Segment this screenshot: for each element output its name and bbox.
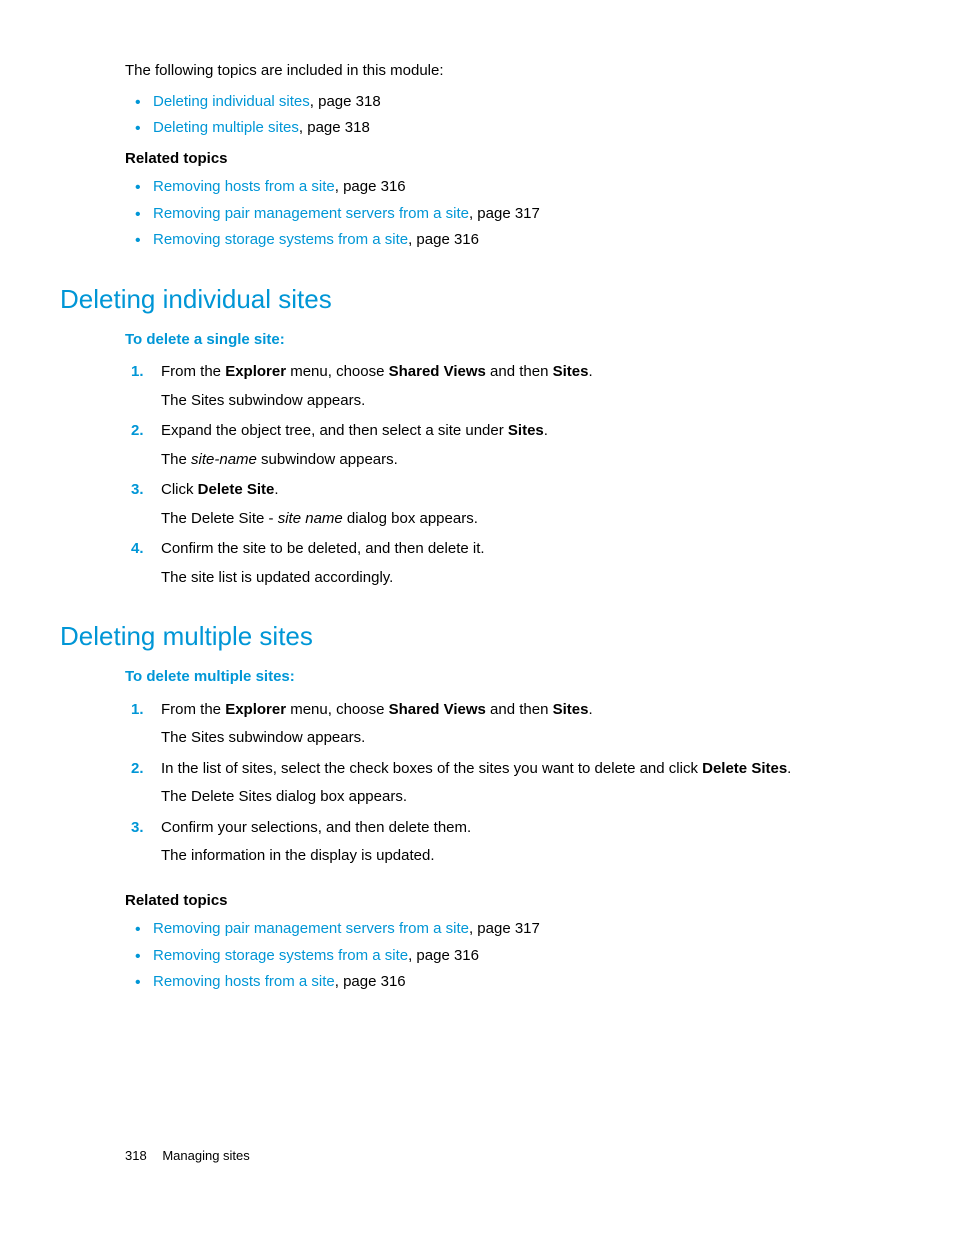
text-run: menu, choose xyxy=(286,701,389,718)
step-instruction: In the list of sites, select the check b… xyxy=(161,758,894,781)
cross-reference-link[interactable]: Deleting individual sites xyxy=(153,93,310,110)
text-run: In the list of sites, select the check b… xyxy=(161,760,702,777)
step-result: The site list is updated accordingly. xyxy=(161,567,894,590)
text-run: . xyxy=(544,422,548,439)
ui-term: Sites xyxy=(508,422,544,439)
ui-term: Sites xyxy=(553,363,589,380)
ui-term: Explorer xyxy=(225,701,286,718)
text-run: and then xyxy=(486,363,553,380)
ui-term: Delete Site xyxy=(198,481,275,498)
related-topics-heading-2: Related topics xyxy=(125,890,894,913)
list-item: Removing storage systems from a site, pa… xyxy=(153,945,894,968)
text-run: The Delete Site - xyxy=(161,510,278,527)
text-run: dialog box appears. xyxy=(343,510,478,527)
cross-reference-link[interactable]: Removing storage systems from a site xyxy=(153,947,408,964)
ui-term: Explorer xyxy=(225,363,286,380)
procedure-subhead-1: To delete a single site: xyxy=(125,329,894,352)
step-item: Confirm the site to be deleted, and then… xyxy=(153,538,894,589)
text-run: . xyxy=(274,481,278,498)
list-item: Removing storage systems from a site, pa… xyxy=(153,229,894,252)
top-links-list: Deleting individual sites, page 318Delet… xyxy=(125,91,894,140)
related-topics-heading-1: Related topics xyxy=(125,148,894,171)
step-item: From the Explorer menu, choose Shared Vi… xyxy=(153,699,894,750)
page-footer: 318 Managing sites xyxy=(125,1146,250,1166)
list-item: Removing pair management servers from a … xyxy=(153,203,894,226)
page-reference: , page 316 xyxy=(335,973,406,990)
text-run: and then xyxy=(486,701,553,718)
ui-term: Sites xyxy=(553,701,589,718)
steps-list-1: From the Explorer menu, choose Shared Vi… xyxy=(125,361,894,589)
step-result: The Delete Site - site name dialog box a… xyxy=(161,508,894,531)
page-reference: , page 317 xyxy=(469,205,540,222)
text-run: The xyxy=(161,451,191,468)
step-item: In the list of sites, select the check b… xyxy=(153,758,894,809)
section-title-deleting-multiple: Deleting multiple sites xyxy=(60,617,894,656)
cross-reference-link[interactable]: Removing hosts from a site xyxy=(153,178,335,195)
step-result: The Delete Sites dialog box appears. xyxy=(161,786,894,809)
step-result: The Sites subwindow appears. xyxy=(161,727,894,750)
steps-list-2: From the Explorer menu, choose Shared Vi… xyxy=(125,699,894,868)
text-run: . xyxy=(588,701,592,718)
text-run: From the xyxy=(161,701,225,718)
text-run: Confirm the site to be deleted, and then… xyxy=(161,540,485,557)
ui-term: Delete Sites xyxy=(702,760,787,777)
text-run: Confirm your selections, and then delete… xyxy=(161,819,471,836)
variable-term: site name xyxy=(278,510,343,527)
ui-term: Shared Views xyxy=(389,363,486,380)
section-title-deleting-individual: Deleting individual sites xyxy=(60,280,894,319)
step-result: The Sites subwindow appears. xyxy=(161,390,894,413)
list-item: Removing pair management servers from a … xyxy=(153,918,894,941)
step-instruction: From the Explorer menu, choose Shared Vi… xyxy=(161,361,894,384)
page-reference: , page 317 xyxy=(469,920,540,937)
list-item: Removing hosts from a site, page 316 xyxy=(153,176,894,199)
intro-text: The following topics are included in thi… xyxy=(125,60,894,83)
cross-reference-link[interactable]: Removing storage systems from a site xyxy=(153,231,408,248)
cross-reference-link[interactable]: Removing hosts from a site xyxy=(153,973,335,990)
related-list-2: Removing pair management servers from a … xyxy=(125,918,894,994)
page-reference: , page 318 xyxy=(310,93,381,110)
step-item: Expand the object tree, and then select … xyxy=(153,420,894,471)
related-list-1: Removing hosts from a site, page 316Remo… xyxy=(125,176,894,252)
step-item: From the Explorer menu, choose Shared Vi… xyxy=(153,361,894,412)
text-run: From the xyxy=(161,363,225,380)
text-run: Click xyxy=(161,481,198,498)
cross-reference-link[interactable]: Removing pair management servers from a … xyxy=(153,205,469,222)
page-reference: , page 316 xyxy=(408,231,479,248)
cross-reference-link[interactable]: Deleting multiple sites xyxy=(153,119,299,136)
step-instruction: Confirm your selections, and then delete… xyxy=(161,817,894,840)
procedure-subhead-2: To delete multiple sites: xyxy=(125,666,894,689)
page-number: 318 xyxy=(125,1148,147,1163)
step-instruction: From the Explorer menu, choose Shared Vi… xyxy=(161,699,894,722)
page-reference: , page 318 xyxy=(299,119,370,136)
step-item: Confirm your selections, and then delete… xyxy=(153,817,894,868)
step-item: Click Delete Site. The Delete Site - site… xyxy=(153,479,894,530)
text-run: . xyxy=(588,363,592,380)
step-result: The site-name subwindow appears. xyxy=(161,449,894,472)
step-instruction: Confirm the site to be deleted, and then… xyxy=(161,538,894,561)
text-run: subwindow appears. xyxy=(257,451,398,468)
page-reference: , page 316 xyxy=(335,178,406,195)
step-instruction: Click Delete Site. xyxy=(161,479,894,502)
step-instruction: Expand the object tree, and then select … xyxy=(161,420,894,443)
list-item: Removing hosts from a site, page 316 xyxy=(153,971,894,994)
text-run: menu, choose xyxy=(286,363,389,380)
step-result: The information in the display is update… xyxy=(161,845,894,868)
page-reference: , page 316 xyxy=(408,947,479,964)
text-run: Expand the object tree, and then select … xyxy=(161,422,508,439)
text-run: . xyxy=(787,760,791,777)
chapter-name: Managing sites xyxy=(162,1148,249,1163)
cross-reference-link[interactable]: Removing pair management servers from a … xyxy=(153,920,469,937)
list-item: Deleting individual sites, page 318 xyxy=(153,91,894,114)
ui-term: Shared Views xyxy=(389,701,486,718)
variable-term: site-name xyxy=(191,451,257,468)
list-item: Deleting multiple sites, page 318 xyxy=(153,117,894,140)
